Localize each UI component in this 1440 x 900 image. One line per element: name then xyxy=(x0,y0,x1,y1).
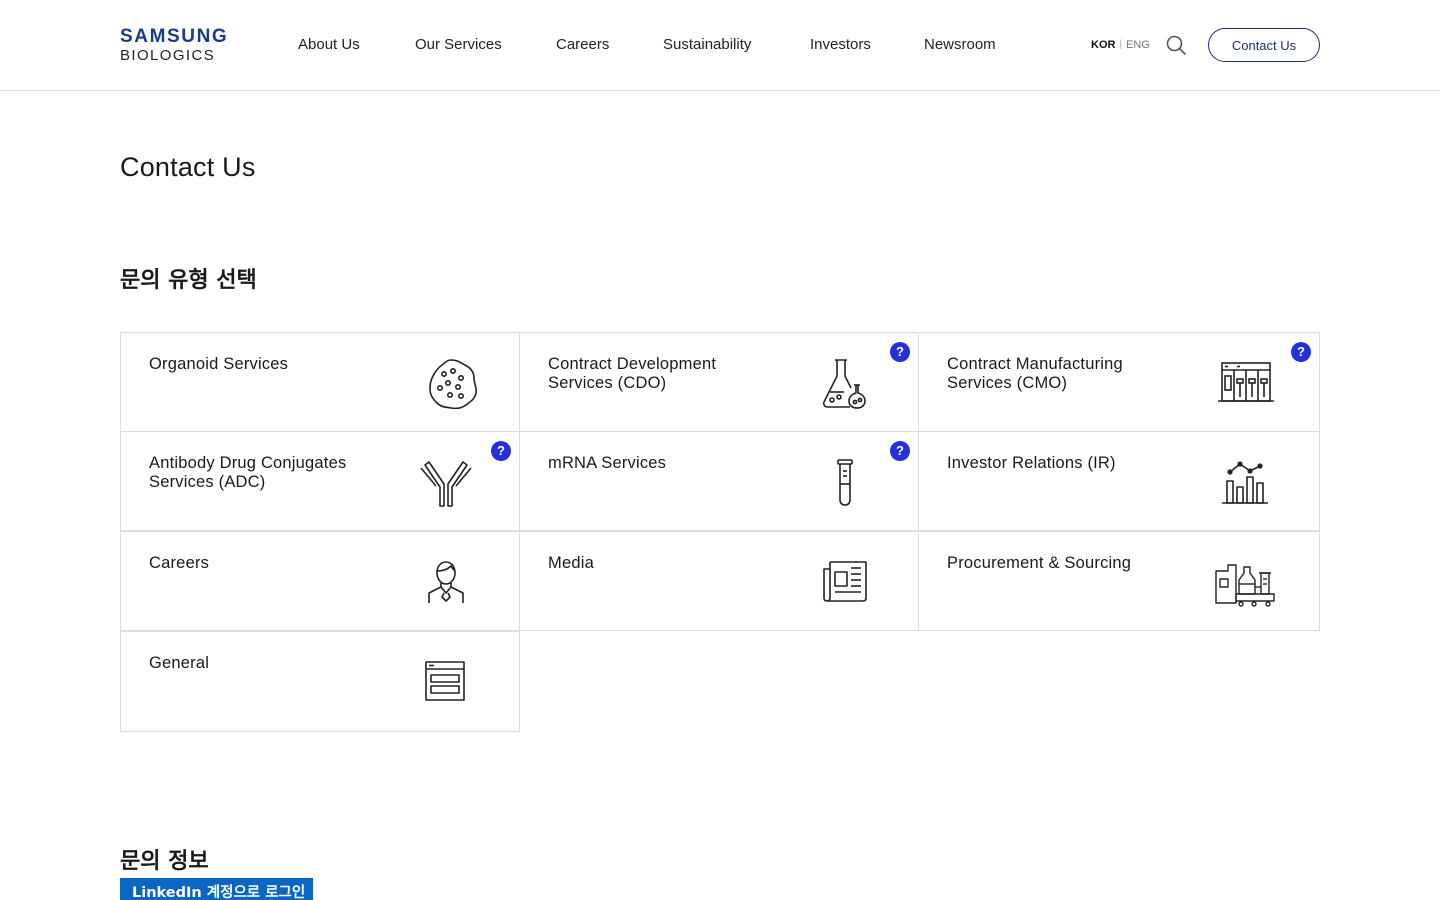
person-icon xyxy=(415,551,477,613)
card-general[interactable]: General xyxy=(120,631,520,732)
card-label: General xyxy=(149,654,210,672)
nav-careers[interactable]: Careers xyxy=(556,34,609,56)
card-mrna-services[interactable]: mRNA Services ? xyxy=(519,431,919,531)
lang-eng-link[interactable]: ENG xyxy=(1126,37,1150,53)
help-icon[interactable]: ? xyxy=(1291,342,1311,362)
contact-us-button[interactable]: Contact Us xyxy=(1208,28,1320,62)
test-tube-icon xyxy=(814,451,876,513)
card-procurement-sourcing[interactable]: Procurement & Sourcing xyxy=(918,531,1320,631)
help-icon[interactable]: ? xyxy=(890,342,910,362)
samsung-biologics-logo[interactable]: SAMSUNG BIOLOGICS xyxy=(120,26,229,65)
logo-wordmark-bottom: BIOLOGICS xyxy=(120,47,216,64)
card-careers[interactable]: Careers xyxy=(120,531,520,631)
help-icon[interactable]: ? xyxy=(890,441,910,461)
inquiry-type-grid: Organoid Services Contract Development S… xyxy=(120,332,1320,732)
inquiry-info-heading: 문의 정보 xyxy=(120,849,209,874)
nav-about-us[interactable]: About Us xyxy=(298,34,360,56)
card-label: Media xyxy=(548,554,594,572)
logo-wordmark-top: SAMSUNG xyxy=(120,26,229,47)
browser-window-icon xyxy=(415,651,477,713)
page-title: Contact Us xyxy=(120,152,256,182)
card-label: Organoid Services xyxy=(149,355,289,373)
card-label: Investor Relations (IR) xyxy=(947,454,1116,472)
supply-equipment-icon xyxy=(1214,551,1276,613)
card-cdo-services[interactable]: Contract Development Services (CDO) ? xyxy=(519,332,919,432)
card-label: Careers xyxy=(149,554,210,572)
nav-sustainability[interactable]: Sustainability xyxy=(663,34,751,56)
search-icon[interactable] xyxy=(1165,34,1187,56)
inquiry-type-heading: 문의 유형 선택 xyxy=(120,268,257,293)
flask-icon xyxy=(814,352,876,414)
bar-chart-icon xyxy=(1214,451,1276,513)
lang-separator: | xyxy=(1119,39,1123,50)
card-label: Antibody Drug Conjugates Services (ADC) xyxy=(149,454,347,491)
nav-investors[interactable]: Investors xyxy=(810,34,871,56)
help-icon[interactable]: ? xyxy=(491,441,511,461)
card-label: Procurement & Sourcing xyxy=(947,554,1132,572)
lang-kor-link[interactable]: KOR xyxy=(1091,37,1115,53)
language-switcher: KOR | ENG xyxy=(1091,37,1150,53)
nav-newsroom[interactable]: Newsroom xyxy=(924,34,996,56)
antibody-icon xyxy=(415,451,477,513)
organoid-icon xyxy=(420,352,482,414)
card-label: Contract Manufacturing Services (CMO) xyxy=(947,355,1123,392)
card-cmo-services[interactable]: Contract Manufacturing Services (CMO) ? xyxy=(918,332,1320,432)
site-header: SAMSUNG BIOLOGICS About Us Our Services … xyxy=(0,0,1440,91)
card-investor-relations[interactable]: Investor Relations (IR) xyxy=(918,431,1320,531)
card-adc-services[interactable]: Antibody Drug Conjugates Services (ADC) … xyxy=(120,431,520,531)
newspaper-icon xyxy=(814,551,876,613)
nav-our-services[interactable]: Our Services xyxy=(415,34,502,56)
linkedin-login-button[interactable]: LinkedIn 계정으로 로그인 xyxy=(120,878,313,900)
card-media[interactable]: Media xyxy=(519,531,919,631)
card-label: mRNA Services xyxy=(548,454,667,472)
card-label: Contract Development Services (CDO) xyxy=(548,355,717,392)
factory-equipment-icon xyxy=(1214,352,1276,414)
card-organoid-services[interactable]: Organoid Services xyxy=(120,332,520,432)
